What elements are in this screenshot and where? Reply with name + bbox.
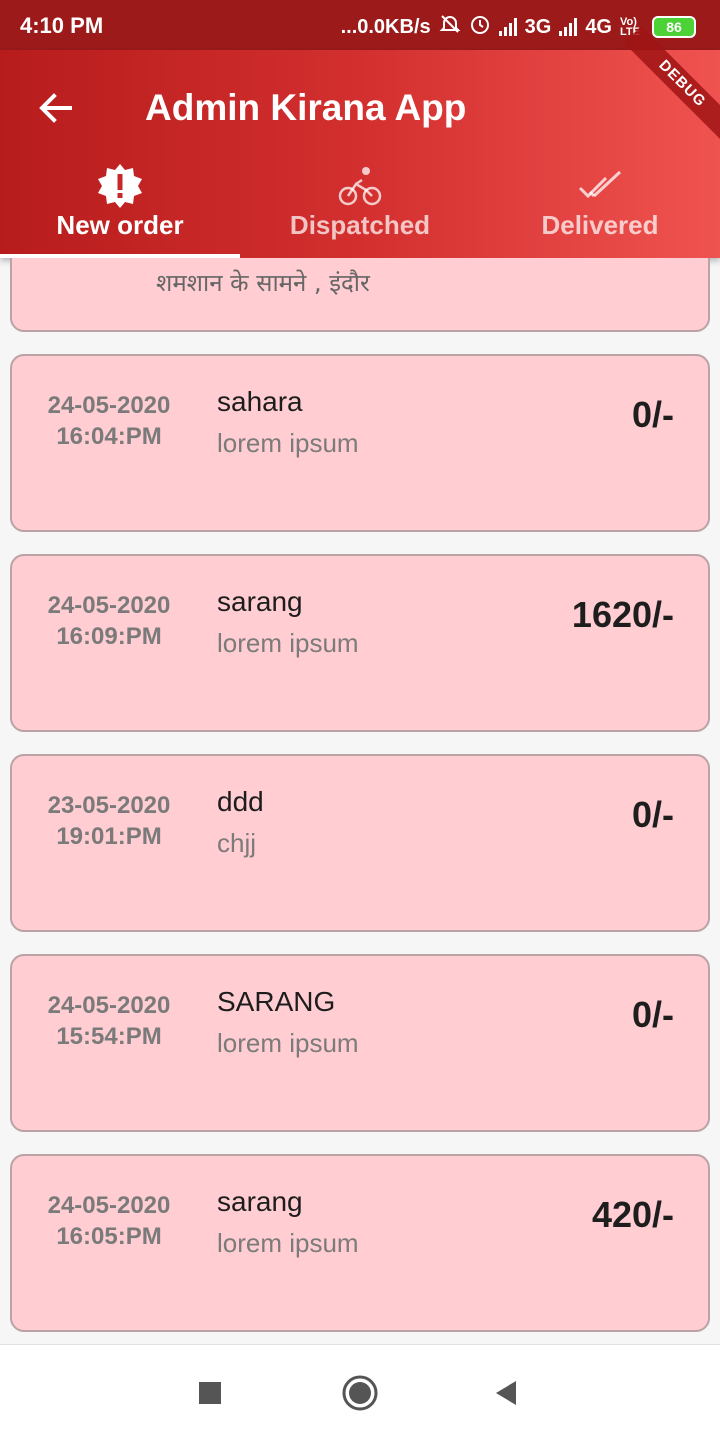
order-list[interactable]: शमशान के सामने , इंदौर 24-05-2020 16:04:… [0, 258, 720, 1344]
battery-icon: 86 [652, 16, 696, 38]
home-button[interactable] [340, 1373, 380, 1413]
order-date: 24-05-2020 [47, 592, 171, 619]
order-amount: 1620/- [571, 594, 674, 635]
order-amount: 0/- [631, 394, 674, 435]
tab-bar: New order Dispatched Delivered [0, 160, 720, 258]
order-datetime: 24-05-2020 15:54:PM [32, 990, 186, 1052]
order-datetime: 24-05-2020 16:05:PM [32, 1190, 186, 1252]
order-time: 19:01:PM [56, 823, 162, 850]
order-time: 16:09:PM [56, 623, 162, 650]
tab-new-order[interactable]: New order [0, 160, 240, 258]
network-4g: 4G [585, 15, 612, 38]
order-date: 24-05-2020 [47, 392, 171, 419]
order-datetime: 23-05-2020 19:01:PM [32, 790, 186, 852]
signal-icon-2 [559, 18, 578, 36]
recent-apps-button[interactable] [190, 1373, 230, 1413]
order-amount: 0/- [631, 994, 674, 1035]
customer-name: sarang [217, 1186, 303, 1217]
alarm-icon [469, 13, 491, 41]
order-time: 16:05:PM [56, 1223, 162, 1250]
order-date: 23-05-2020 [47, 792, 171, 819]
recent-apps-icon [199, 1382, 221, 1404]
status-bar: 4:10 PM ...0.0KB/s 3G 4G Vo) LTE 86 [0, 0, 720, 50]
customer-name: SARANG [217, 986, 336, 1017]
order-card[interactable]: 24-05-2020 16:05:PM sarang lorem ipsum 4… [10, 1154, 710, 1332]
signal-icon [498, 18, 517, 36]
mute-icon [439, 13, 461, 41]
customer-name: sahara [217, 386, 303, 417]
order-description: lorem ipsum [217, 1228, 359, 1258]
order-datetime: 24-05-2020 16:04:PM [32, 390, 186, 452]
customer-name: ddd [217, 786, 264, 817]
system-nav-bar [0, 1344, 720, 1440]
order-time: 16:04:PM [56, 423, 162, 450]
new-order-badge-icon [98, 164, 142, 208]
network-3g: 3G [524, 15, 552, 38]
status-time: 4:10 PM [20, 13, 104, 38]
arrow-back-icon [39, 93, 72, 123]
order-card-partial[interactable]: शमशान के सामने , इंदौर [10, 258, 710, 332]
order-description: lorem ipsum [217, 1028, 359, 1058]
tab-label-delivered: Delivered [541, 210, 659, 240]
order-amount: 0/- [631, 794, 674, 835]
bicycle-icon [338, 167, 382, 206]
order-datetime: 24-05-2020 16:09:PM [32, 590, 186, 652]
net-speed: ...0.0KB/s [340, 15, 431, 38]
nav-back-button[interactable] [486, 1373, 526, 1413]
order-description: chjj [217, 828, 257, 858]
tab-label-dispatched: Dispatched [289, 210, 431, 240]
order-time: 15:54:PM [56, 1023, 162, 1050]
back-button[interactable] [34, 86, 78, 130]
double-check-icon [578, 170, 622, 199]
back-triangle-icon [496, 1381, 516, 1405]
order-card[interactable]: 24-05-2020 16:04:PM sahara lorem ipsum 0… [10, 354, 710, 532]
app-bar: Admin Kirana App New order Dispatched De… [0, 26, 720, 258]
order-card[interactable]: 24-05-2020 16:09:PM sarang lorem ipsum 1… [10, 554, 710, 732]
tab-label-new-order: New order [56, 210, 184, 240]
tab-dispatched[interactable]: Dispatched [240, 160, 480, 258]
order-amount: 420/- [591, 1194, 674, 1235]
order-address: शमशान के सामने , इंदौर [156, 269, 370, 297]
customer-name: sarang [217, 586, 303, 617]
home-icon [342, 1375, 378, 1411]
app-title: Admin Kirana App [145, 87, 467, 128]
order-description: lorem ipsum [217, 428, 359, 458]
order-date: 24-05-2020 [47, 992, 171, 1019]
order-description: lorem ipsum [217, 628, 359, 658]
order-card[interactable]: 23-05-2020 19:01:PM ddd chjj 0/- [10, 754, 710, 932]
order-card[interactable]: 24-05-2020 15:54:PM SARANG lorem ipsum 0… [10, 954, 710, 1132]
tab-delivered[interactable]: Delivered [480, 160, 720, 258]
order-date: 24-05-2020 [47, 1192, 171, 1219]
